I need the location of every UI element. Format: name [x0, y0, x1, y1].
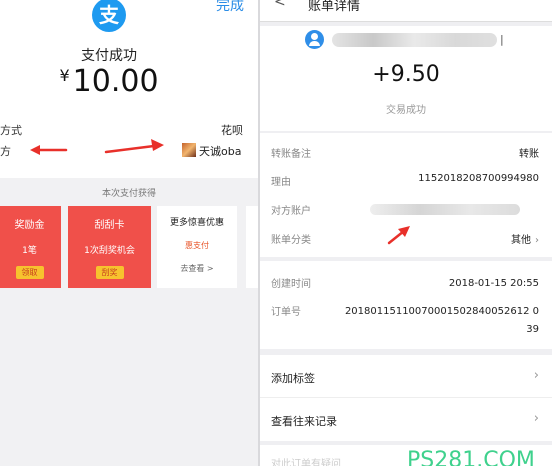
currency-symbol: ¥	[59, 66, 70, 85]
detail-row-remark: 转账备注 转账	[260, 145, 552, 161]
reward-card-title: 刮刮卡	[94, 220, 125, 231]
payment-method-value: 花呗	[221, 124, 243, 137]
watermark: PS281.COM	[407, 448, 535, 466]
page-title: 账单详情	[308, 0, 361, 14]
add-tag-row[interactable]: 添加标签 ›	[260, 355, 552, 398]
chevron-right-icon: ›	[533, 411, 539, 426]
amount-value: 10.00	[72, 64, 159, 99]
detail-value: 2018-01-15 20:55	[448, 278, 539, 289]
detail-label: 转账备注	[271, 149, 311, 160]
user-avatar-icon	[305, 30, 324, 49]
detail-value: 1152018208700994980	[418, 173, 539, 184]
order-info: 创建时间 2018-01-15 20:55 订单号 20180115110070…	[260, 261, 552, 349]
detail-row-order-no: 订单号 20180115110070001502840052612 0 39	[260, 303, 552, 343]
reward-card-bonus[interactable]: 奖励金 1笔 领取	[0, 206, 61, 288]
scratch-button[interactable]: 刮奖	[95, 266, 124, 279]
back-arrow-icon[interactable]: <	[274, 0, 286, 10]
red-arrow-left-icon	[30, 145, 68, 155]
view-history-label: 查看往来记录	[271, 415, 337, 428]
detail-row-account: 对方账户	[260, 202, 552, 218]
red-arrow-right-icon	[104, 139, 164, 154]
top-bar: < 账单详情	[260, 0, 552, 22]
payment-summary: 支 完成 支付成功 ¥10.00 方式 花呗 方 天诚oba	[0, 0, 258, 178]
payment-amount: ¥10.00	[0, 64, 218, 99]
payment-method-label: 方式	[0, 124, 22, 137]
blurred-user-name	[332, 33, 497, 47]
name-end-mark: |	[500, 33, 504, 46]
payee-label: 方	[0, 145, 11, 158]
promo-sub: 惠支付	[185, 241, 209, 250]
payment-title: 支付成功	[81, 48, 137, 64]
payee-avatar	[182, 143, 196, 157]
blurred-account	[370, 204, 520, 215]
reward-card-scratch[interactable]: 刮刮卡 1次刮奖机会 刮奖	[68, 206, 151, 288]
add-tag-label: 添加标签	[271, 372, 315, 385]
bill-status: 交易成功	[386, 105, 426, 116]
detail-row-reason: 理由 1152018208700994980	[260, 173, 552, 189]
bill-detail-panel: < 账单详情 | +9.50 交易成功 转账备注 转账 理由 115201820…	[260, 0, 552, 466]
alipay-logo-icon: 支	[92, 0, 126, 32]
done-button[interactable]: 完成	[216, 0, 244, 15]
detail-label: 订单号	[271, 307, 301, 318]
red-arrow-up-icon	[387, 226, 410, 245]
claim-button[interactable]: 领取	[15, 266, 44, 279]
detail-row-created: 创建时间 2018-01-15 20:55	[260, 275, 552, 291]
bill-details: 转账备注 转账 理由 1152018208700994980 对方账户 账单分类…	[260, 133, 552, 257]
detail-label: 理由	[271, 177, 291, 188]
order-number-line2: 39	[526, 324, 539, 335]
order-number: 20180115110070001502840052612 0 39	[345, 303, 539, 339]
reward-card-sub: 1次刮奖机会	[84, 246, 135, 256]
bill-amount: +9.50	[372, 62, 440, 87]
reward-card-title: 奖励金	[14, 220, 45, 231]
payment-success-panel: 支 完成 支付成功 ¥10.00 方式 花呗 方 天诚oba 本次支付获得 奖励…	[0, 0, 258, 466]
bill-summary: | +9.50 交易成功	[260, 26, 552, 131]
payee-name[interactable]: 天诚oba	[199, 143, 241, 159]
next-card-edge	[246, 206, 258, 288]
view-history-row[interactable]: 查看往来记录 ›	[260, 398, 552, 441]
rewards-title: 本次支付获得	[101, 189, 156, 199]
bottom-row-label: 对此订单有疑问	[271, 459, 341, 466]
chevron-right-icon: ›	[533, 368, 539, 383]
detail-value: 其他 ›	[511, 231, 539, 246]
detail-label: 账单分类	[271, 235, 311, 246]
promo-title: 更多惊喜优惠	[169, 218, 224, 228]
detail-value: 转账	[519, 149, 539, 160]
chevron-right-icon: ›	[535, 235, 539, 246]
promo-link[interactable]: 去查看 >	[157, 263, 237, 274]
promo-card[interactable]: 更多惊喜优惠 惠支付 去查看 >	[157, 206, 237, 288]
category-value: 其他	[511, 235, 531, 246]
order-number-line1: 20180115110070001502840052612 0	[344, 306, 539, 317]
bill-actions: 添加标签 › 查看往来记录 ›	[260, 355, 552, 441]
detail-label: 创建时间	[271, 279, 311, 290]
detail-label: 对方账户	[271, 206, 311, 217]
reward-card-sub: 1笔	[22, 246, 37, 256]
